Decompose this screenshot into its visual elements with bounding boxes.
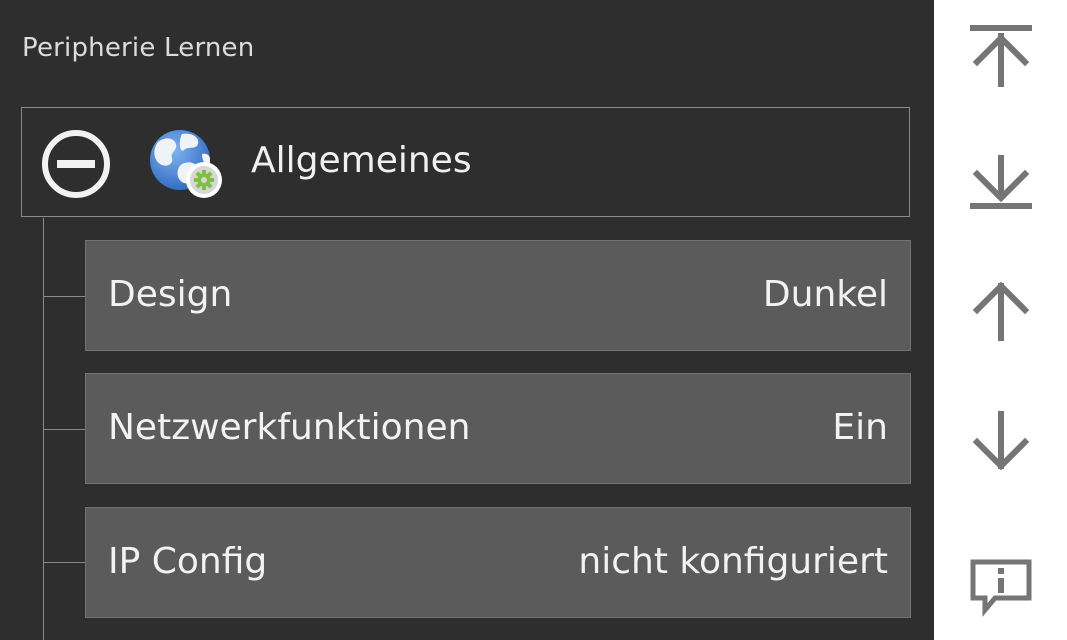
setting-row-ip-config[interactable]: IP Config nicht konfiguriert [85,507,911,618]
arrow-up-icon[interactable] [963,272,1039,348]
panel-title: Peripherie Lernen [22,33,255,63]
move-to-top-icon[interactable] [963,18,1039,94]
setting-value: Dunkel [762,274,888,315]
move-to-bottom-icon[interactable] [963,150,1039,226]
tree-connector-horizontal [43,562,85,563]
group-header-allgemeines[interactable]: Allgemeines [21,107,910,217]
collapse-minus-circle-icon[interactable] [40,128,112,200]
globe-settings-icon [150,130,222,198]
reorder-sidebar [934,0,1067,640]
setting-value: nicht konfiguriert [578,541,888,582]
setting-row-design[interactable]: Design Dunkel [85,240,911,351]
setting-value: Ein [832,407,888,448]
settings-panel: Peripherie Lernen Allgemeines Design Dun… [0,0,934,640]
setting-label: IP Config [108,541,268,582]
setting-label: Netzwerkfunktionen [108,407,471,448]
info-comment-icon[interactable] [963,548,1039,624]
tree-connector-horizontal [43,429,85,430]
setting-row-netzwerkfunktionen[interactable]: Netzwerkfunktionen Ein [85,373,911,484]
app-window: Peripherie Lernen Allgemeines Design Dun… [0,0,1067,640]
tree-connector-horizontal [43,296,85,297]
arrow-down-icon[interactable] [963,406,1039,482]
setting-label: Design [108,274,233,315]
group-label: Allgemeines [251,140,472,181]
